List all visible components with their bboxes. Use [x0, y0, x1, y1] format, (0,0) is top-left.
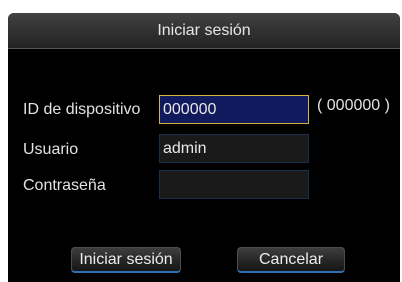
- dialog-title: Iniciar sesión: [8, 13, 400, 49]
- cancel-button[interactable]: Cancelar: [237, 247, 345, 273]
- device-id-hint: ( 000000 ): [317, 97, 390, 114]
- device-id-field[interactable]: 000000: [159, 95, 309, 124]
- login-dialog: Iniciar sesión ID de dispositivo 000000 …: [8, 13, 400, 282]
- username-label: Usuario: [23, 141, 79, 158]
- login-button[interactable]: Iniciar sesión: [71, 247, 181, 273]
- password-field[interactable]: [159, 170, 309, 199]
- password-label: Contraseña: [23, 177, 106, 194]
- username-field[interactable]: admin: [159, 134, 309, 163]
- device-id-label: ID de dispositivo: [23, 101, 141, 118]
